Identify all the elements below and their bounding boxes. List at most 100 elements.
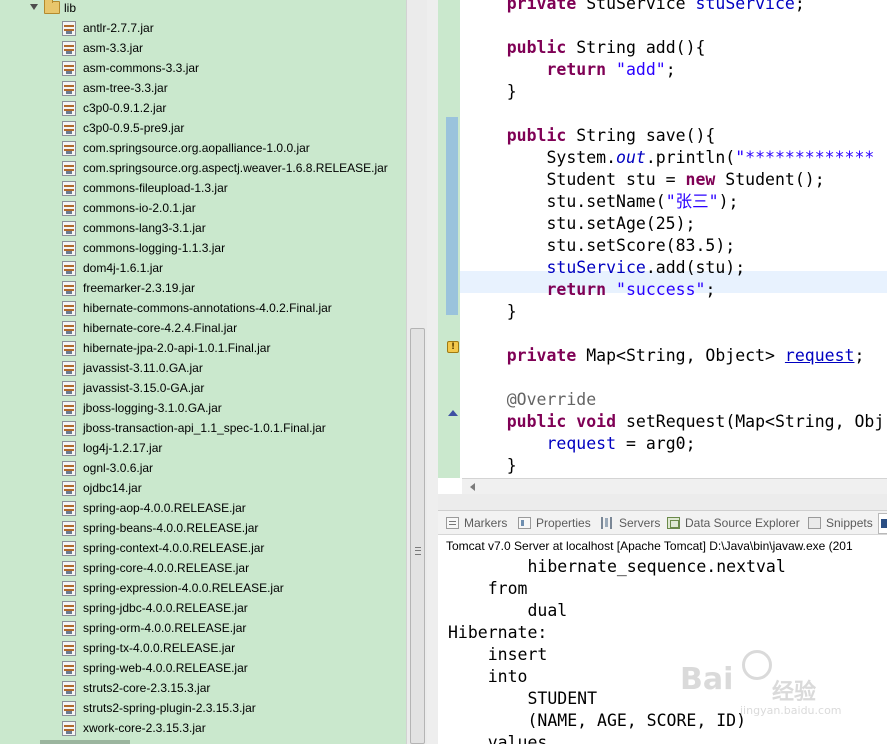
tree-item-jar[interactable]: struts2-core-2.3.15.3.jar — [0, 678, 406, 698]
pane-divider[interactable] — [427, 0, 438, 744]
code-token: ; — [705, 280, 716, 299]
jar-label: hibernate-commons-annotations-4.0.2.Fina… — [83, 301, 332, 315]
warning-icon[interactable]: ! — [447, 341, 459, 353]
tree-item-jar[interactable]: hibernate-commons-annotations-4.0.2.Fina… — [0, 298, 406, 318]
tree-item-jar[interactable]: jboss-transaction-api_1.1_spec-1.0.1.Fin… — [0, 418, 406, 438]
console-line: from — [448, 579, 528, 598]
code-token: public — [506, 126, 567, 145]
tree-item-jar[interactable]: jboss-logging-3.1.0.GA.jar — [0, 398, 406, 418]
code-line: private Map<String, Object> request; — [467, 345, 865, 367]
tree-item-jar[interactable]: spring-orm-4.0.0.RELEASE.jar — [0, 618, 406, 638]
editor-horizontal-scrollbar[interactable] — [462, 478, 887, 494]
code-token: ; — [665, 60, 676, 79]
tree-item-jar[interactable]: hibernate-jpa-2.0-api-1.0.1.Final.jar — [0, 338, 406, 358]
code-token: return — [546, 280, 607, 299]
jar-label: spring-web-4.0.0.RELEASE.jar — [83, 661, 248, 675]
tree-item-jar[interactable]: spring-tx-4.0.0.RELEASE.jar — [0, 638, 406, 658]
tree-item-jar[interactable]: com.springsource.org.aopalliance-1.0.0.j… — [0, 138, 406, 158]
code-token: stuService — [546, 258, 646, 277]
tree-item-jar[interactable]: spring-jdbc-4.0.0.RELEASE.jar — [0, 598, 406, 618]
tree-item-jar[interactable]: spring-web-4.0.0.RELEASE.jar — [0, 658, 406, 678]
tree-item-jar[interactable]: ojdbc14.jar — [0, 478, 406, 498]
tree-item-jar[interactable]: c3p0-0.9.5-pre9.jar — [0, 118, 406, 138]
console-line: Hibernate: — [448, 623, 548, 642]
jar-label: log4j-1.2.17.jar — [83, 441, 163, 455]
code-token: } — [467, 456, 517, 475]
tree-item-jar[interactable]: struts2-spring-plugin-2.3.15.3.jar — [0, 698, 406, 718]
code-line: System.out.println("************* — [467, 147, 874, 169]
jar-icon — [62, 181, 76, 196]
code-line: return "success"; — [467, 279, 715, 301]
jar-icon — [62, 381, 76, 396]
code-line: private StuService stuService; — [467, 0, 805, 15]
jar-icon — [62, 81, 76, 96]
code-token: Student stu = — [467, 170, 686, 189]
tree-item-jar[interactable]: com.springsource.org.aspectj.weaver-1.6.… — [0, 158, 406, 178]
tree-item-jar[interactable]: c3p0-0.9.1.2.jar — [0, 98, 406, 118]
tree-item-jar[interactable]: antlr-2.7.7.jar — [0, 18, 406, 38]
watermark-url: jingyan.baidu.com — [740, 704, 842, 717]
explorer-vertical-scrollbar[interactable] — [406, 0, 427, 744]
expand-arrow-icon[interactable] — [30, 4, 38, 10]
tree-item-jar[interactable]: log4j-1.2.17.jar — [0, 438, 406, 458]
properties-icon — [518, 517, 531, 529]
jar-label: jboss-logging-3.1.0.GA.jar — [83, 401, 222, 415]
tree-item-jar[interactable]: commons-logging-1.1.3.jar — [0, 238, 406, 258]
tree-item-jar[interactable]: dom4j-1.6.1.jar — [0, 258, 406, 278]
tree-item-jar[interactable]: asm-tree-3.3.jar — [0, 78, 406, 98]
jar-label: asm-3.3.jar — [83, 41, 144, 55]
tree-item-jar[interactable]: spring-context-4.0.0.RELEASE.jar — [0, 538, 406, 558]
jar-icon — [62, 361, 76, 376]
code-editor[interactable]: private StuService stuService; public St… — [438, 0, 887, 478]
tab-console[interactable] — [878, 513, 887, 534]
code-line: } — [467, 301, 517, 323]
jar-icon — [62, 601, 76, 616]
tree-item-jar[interactable]: commons-fileupload-1.3.jar — [0, 178, 406, 198]
jar-label: spring-aop-4.0.0.RELEASE.jar — [83, 501, 246, 515]
tree-item-jar[interactable]: spring-aop-4.0.0.RELEASE.jar — [0, 498, 406, 518]
tree-item-jar[interactable]: asm-commons-3.3.jar — [0, 58, 406, 78]
jar-icon — [62, 421, 76, 436]
tree-item-jar[interactable]: xwork-core-2.3.15.3.jar — [0, 718, 406, 738]
jar-icon — [62, 541, 76, 556]
tree-folder-lib[interactable]: lib — [0, 0, 406, 18]
editor-text-area[interactable]: private StuService stuService; public St… — [460, 0, 887, 478]
tree-item-jar[interactable]: commons-io-2.0.1.jar — [0, 198, 406, 218]
jar-icon — [62, 561, 76, 576]
jar-label: asm-tree-3.3.jar — [83, 81, 168, 95]
scrollbar-thumb[interactable] — [410, 328, 425, 744]
view-separator — [438, 494, 887, 510]
tree-item-jar[interactable]: javassist-3.11.0.GA.jar — [0, 358, 406, 378]
code-token: public — [506, 38, 567, 57]
code-line: @Override — [467, 389, 596, 411]
jar-icon — [62, 201, 76, 216]
tree-item-jar[interactable]: spring-expression-4.0.0.RELEASE.jar — [0, 578, 406, 598]
tree-item-jar[interactable]: spring-beans-4.0.0.RELEASE.jar — [0, 518, 406, 538]
code-token: return — [546, 60, 607, 79]
code-token: request — [784, 346, 855, 365]
jar-label: dom4j-1.6.1.jar — [83, 261, 164, 275]
tree-item-jar[interactable]: freemarker-2.3.19.jar — [0, 278, 406, 298]
code-line: Student stu = new Student(); — [467, 169, 824, 191]
tree-item-jar[interactable]: hibernate-core-4.2.4.Final.jar — [0, 318, 406, 338]
tree-item-jar[interactable]: commons-lang3-3.1.jar — [0, 218, 406, 238]
code-line: stu.setAge(25); — [467, 213, 695, 235]
override-triangle-icon[interactable] — [448, 410, 458, 416]
bottom-view-tabs: Markers Properties Servers Data Source E… — [438, 510, 887, 535]
scroll-left-arrow-icon[interactable] — [470, 483, 475, 491]
jar-label: struts2-spring-plugin-2.3.15.3.jar — [83, 701, 256, 715]
jar-label: spring-beans-4.0.0.RELEASE.jar — [83, 521, 259, 535]
tree-item-jar[interactable]: ognl-3.0.6.jar — [0, 458, 406, 478]
code-token: out — [616, 148, 646, 167]
tab-label: Markers — [464, 516, 508, 530]
tree-item-jar[interactable]: javassist-3.15.0-GA.jar — [0, 378, 406, 398]
tree-item-jar[interactable]: asm-3.3.jar — [0, 38, 406, 58]
jar-icon — [62, 461, 76, 476]
console-line: hibernate_sequence.nextval — [448, 557, 786, 576]
tree-item-jar[interactable]: spring-core-4.0.0.RELEASE.jar — [0, 558, 406, 578]
